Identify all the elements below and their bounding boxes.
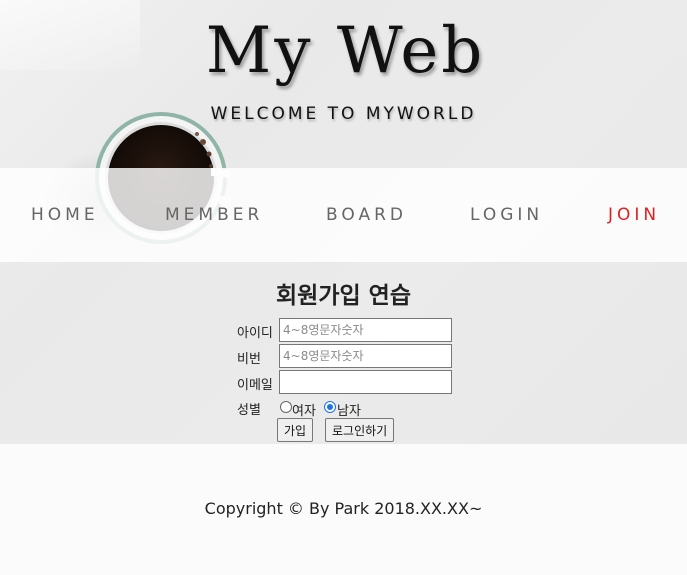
gender-female-radio[interactable]	[280, 401, 292, 413]
main-nav: HOME MEMBER BOARD LOGIN JOIN	[0, 168, 687, 262]
site-title: My Web	[205, 14, 486, 88]
join-form: 회원가입 연습 아이디 비번 이메일 성별 여자 남자 가입 로그인하기	[0, 262, 687, 444]
nav-member[interactable]: MEMBER	[165, 205, 263, 225]
email-input[interactable]	[279, 370, 452, 394]
id-label: 아이디	[237, 326, 273, 341]
page: My Web WELCOME TO MYWORLD HOME MEMBER BO…	[0, 0, 687, 575]
gender-female-label: 여자	[292, 404, 316, 419]
login-button[interactable]: 로그인하기	[325, 418, 395, 442]
nav-home[interactable]: HOME	[31, 205, 99, 225]
pw-input[interactable]	[279, 344, 452, 368]
form-title: 회원가입 연습	[276, 283, 411, 309]
id-input[interactable]	[279, 318, 452, 342]
pw-label: 비번	[237, 352, 261, 367]
email-label: 이메일	[237, 378, 273, 393]
footer-copyright: Copyright © By Park 2018.XX.XX~	[204, 499, 483, 518]
site-subtitle: WELCOME TO MYWORLD	[210, 104, 477, 124]
footer: Copyright © By Park 2018.XX.XX~	[0, 444, 687, 575]
nav-join[interactable]: JOIN	[608, 205, 660, 225]
gender-label: 성별	[237, 403, 261, 418]
gender-male-label: 남자	[337, 404, 361, 419]
submit-button[interactable]: 가입	[277, 418, 314, 442]
gender-male-radio[interactable]	[324, 401, 336, 413]
nav-login[interactable]: LOGIN	[470, 205, 543, 225]
nav-board[interactable]: BOARD	[326, 205, 407, 225]
